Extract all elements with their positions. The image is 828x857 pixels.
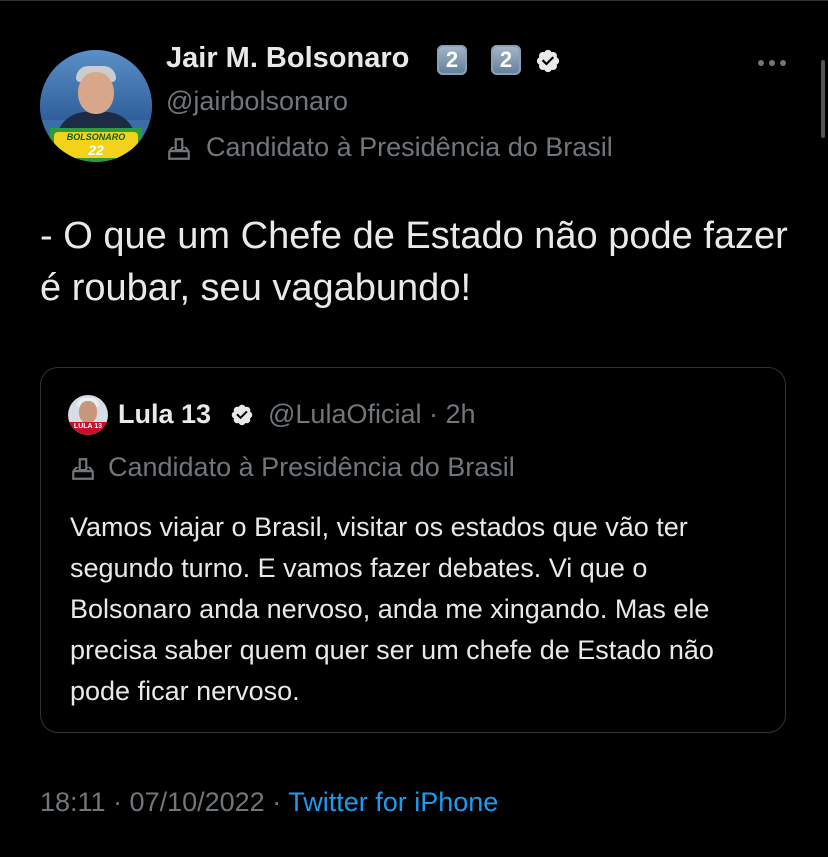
ballot-box-icon <box>72 458 94 480</box>
tweet-source-link[interactable]: Twitter for iPhone <box>288 787 498 817</box>
quoted-author-name[interactable]: Lula 13 <box>118 399 211 430</box>
author-avatar[interactable]: BOLSONARO 22 <box>40 50 152 162</box>
keycap-two-icon: 2 <box>437 45 467 75</box>
top-divider <box>0 0 828 1</box>
tweet-text: - O que um Chefe de Estado não pode faze… <box>40 215 788 309</box>
quoted-author-label: Candidato à Presidência do Brasil <box>108 452 515 482</box>
ballot-box-icon <box>168 138 190 160</box>
tweet-metadata: 18:11 · 07/10/2022 · Twitter for iPhone <box>40 787 498 818</box>
more-horizontal-icon[interactable] <box>756 56 788 70</box>
verified-badge-icon <box>536 49 560 73</box>
author-label: Candidato à Presidência do Brasil <box>206 132 613 162</box>
quoted-author-handle-time[interactable]: @LulaOficial · 2h <box>268 399 476 430</box>
avatar-number-text: 22 <box>88 142 104 158</box>
avatar-face <box>78 72 114 114</box>
verified-badge-icon <box>231 404 253 426</box>
keycap-two-icon: 2 <box>491 45 521 75</box>
avatar-brand-text: BOLSONARO <box>66 132 126 142</box>
author-name[interactable]: Jair M. Bolsonaro <box>166 42 409 75</box>
scrollbar[interactable] <box>821 60 825 138</box>
tweet-timestamp: 18:11 · 07/10/2022 · <box>40 787 289 817</box>
quoted-avatar-text: LULA 13 <box>73 423 103 430</box>
quoted-author-avatar[interactable]: LULA 13 <box>68 395 108 435</box>
author-handle[interactable]: @jairbolsonaro <box>166 86 348 117</box>
quoted-avatar-face <box>79 401 97 423</box>
quoted-tweet-text: Vamos viajar o Brasil, visitar os estado… <box>70 512 714 706</box>
